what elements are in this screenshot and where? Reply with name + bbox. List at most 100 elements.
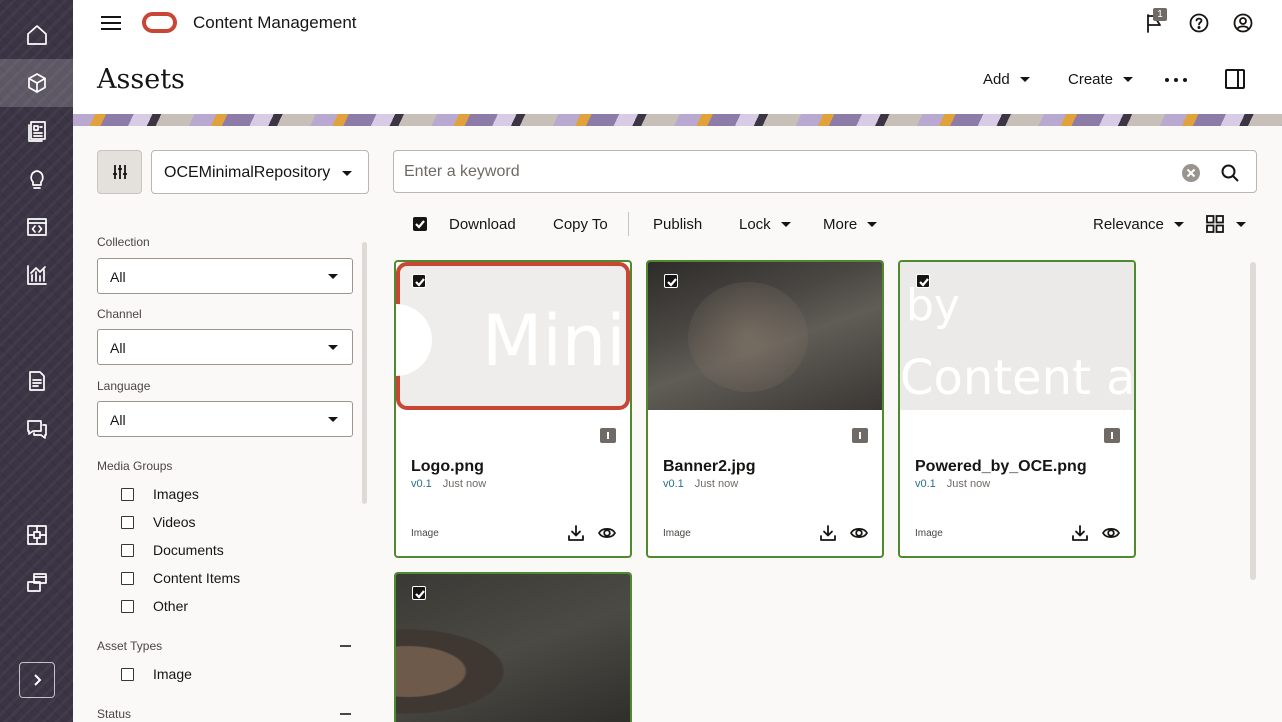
media-group-images-checkbox[interactable]: Images — [121, 486, 199, 502]
checkbox-box[interactable] — [121, 599, 134, 613]
sort-select[interactable]: Relevance — [1093, 216, 1184, 233]
checkbox-box[interactable] — [121, 515, 134, 529]
asset-select-checkbox[interactable] — [412, 586, 426, 600]
publish-button[interactable]: Publish — [653, 216, 702, 233]
checkmark-icon — [919, 278, 929, 287]
asset-name[interactable]: Banner2.jpg — [663, 458, 755, 476]
rail-developer[interactable] — [0, 203, 73, 251]
checkmark-icon — [415, 220, 425, 229]
collection-select[interactable]: All — [97, 258, 353, 294]
collection-value: All — [110, 269, 126, 285]
thumbnail-text: by — [906, 280, 960, 331]
rail-assets[interactable] — [0, 59, 73, 107]
asset-version[interactable]: v0.1 — [411, 478, 432, 490]
clear-search-button[interactable] — [1182, 164, 1200, 182]
download-button[interactable]: Download — [449, 216, 516, 233]
search-input[interactable] — [404, 159, 1164, 185]
user-profile-button[interactable] — [1232, 12, 1254, 34]
asset-version[interactable]: v0.1 — [915, 478, 936, 490]
media-group-documents-checkbox[interactable]: Documents — [121, 542, 224, 558]
sliders-icon — [112, 165, 127, 179]
search-icon — [1221, 164, 1239, 182]
download-icon[interactable] — [819, 524, 837, 542]
more-menu-button[interactable]: More — [823, 216, 878, 233]
asset-card[interactable]: Banner2.jpg v0.1 Just now Image — [646, 260, 884, 558]
download-icon[interactable] — [1071, 524, 1089, 542]
status-label: Status — [97, 707, 132, 721]
rail-sites[interactable] — [0, 559, 73, 607]
asset-types-collapse-icon[interactable] — [340, 645, 351, 647]
asset-select-checkbox[interactable] — [664, 274, 678, 288]
help-button[interactable] — [1188, 12, 1210, 34]
lock-menu-button[interactable]: Lock — [739, 216, 791, 233]
filter-panel-toggle-button[interactable] — [97, 150, 142, 194]
media-group-other-checkbox[interactable]: Other — [121, 598, 188, 614]
checkmark-icon — [667, 278, 677, 287]
checkmark-icon — [415, 590, 425, 599]
lock-label: Lock — [739, 216, 771, 233]
asset-grid-scrollbar[interactable] — [1250, 262, 1256, 580]
media-group-label: Other — [153, 598, 189, 614]
asset-name[interactable]: Powered_by_OCE.png — [915, 458, 1087, 476]
create-menu-button[interactable]: Create — [1068, 71, 1134, 88]
hamburger-menu-icon[interactable] — [101, 13, 121, 31]
media-group-label: Documents — [153, 542, 224, 558]
grid-view-icon[interactable] — [1205, 214, 1225, 234]
info-icon[interactable] — [852, 428, 868, 443]
download-icon[interactable] — [567, 524, 585, 542]
asset-select-checkbox[interactable] — [412, 274, 426, 288]
oracle-logo — [142, 12, 177, 33]
rail-analytics[interactable] — [0, 251, 73, 299]
preview-eye-icon[interactable] — [598, 524, 616, 542]
add-label: Add — [983, 71, 1010, 88]
sort-label: Relevance — [1093, 216, 1164, 233]
rail-home[interactable] — [0, 11, 73, 59]
rail-insights[interactable] — [0, 155, 73, 203]
analytics-chart-icon — [26, 265, 47, 285]
media-group-videos-checkbox[interactable]: Videos — [121, 514, 196, 530]
add-menu-button[interactable]: Add — [983, 71, 1030, 88]
rail-integrations[interactable] — [0, 511, 73, 559]
channel-value: All — [110, 340, 126, 356]
checkbox-box[interactable] — [121, 487, 134, 501]
repository-select[interactable]: OCEMinimalRepository — [151, 150, 369, 194]
rail-conversations[interactable] — [0, 405, 73, 453]
decorative-banner — [73, 114, 1282, 126]
language-value: All — [110, 412, 126, 428]
collection-label: Collection — [97, 235, 150, 249]
language-select[interactable]: All — [97, 401, 353, 437]
asset-card[interactable] — [394, 572, 632, 722]
search-button[interactable] — [1220, 163, 1240, 183]
view-mode-chevron-icon[interactable] — [1236, 222, 1246, 227]
side-panel-toggle-icon[interactable] — [1225, 69, 1245, 89]
rail-expand-button[interactable] — [19, 662, 55, 698]
asset-select-checkbox[interactable] — [916, 274, 930, 288]
asset-card[interactable]: by Content a Powered_by_OCE.png v0.1 Jus… — [898, 260, 1136, 558]
preview-eye-icon[interactable] — [850, 524, 868, 542]
asset-meta: v0.1 Just now — [663, 478, 738, 490]
asset-type-image-checkbox[interactable]: Image — [121, 666, 192, 682]
create-label: Create — [1068, 71, 1114, 88]
filter-panel-scrollbar[interactable] — [362, 242, 367, 504]
checkbox-box[interactable] — [121, 571, 134, 585]
info-icon[interactable] — [1104, 428, 1120, 443]
checkbox-box[interactable] — [121, 543, 134, 557]
asset-thumbnail: Mini — [396, 262, 630, 410]
asset-name[interactable]: Logo.png — [411, 458, 484, 476]
asset-card[interactable]: Mini Logo.png v0.1 Just now Image — [394, 260, 632, 558]
user-avatar-icon — [1233, 13, 1253, 33]
media-group-content-items-checkbox[interactable]: Content Items — [121, 570, 240, 586]
more-actions-icon[interactable] — [1165, 78, 1187, 82]
rail-documents[interactable] — [0, 357, 73, 405]
rail-content[interactable] — [0, 107, 73, 155]
channel-select[interactable]: All — [97, 329, 353, 365]
notification-badge: 1 — [1153, 8, 1167, 21]
checkbox-box[interactable] — [121, 667, 134, 681]
asset-version[interactable]: v0.1 — [663, 478, 684, 490]
copy-to-button[interactable]: Copy To — [553, 216, 608, 233]
info-icon[interactable] — [600, 428, 616, 443]
preview-eye-icon[interactable] — [1102, 524, 1120, 542]
asset-thumbnail — [396, 574, 630, 722]
select-all-checkbox[interactable] — [413, 217, 427, 231]
status-collapse-icon[interactable] — [340, 713, 351, 715]
